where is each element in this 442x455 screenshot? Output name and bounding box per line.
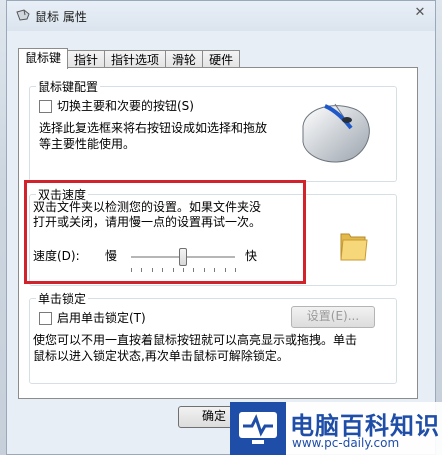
button-config-description-1: 选择此复选框来将右按钮设成如选择和拖放 xyxy=(39,121,268,135)
window-title: 鼠标 属性 xyxy=(35,10,87,24)
tab-hardware[interactable]: 硬件 xyxy=(202,50,241,68)
tab-pointer-options[interactable]: 指针选项 xyxy=(104,50,167,68)
watermark-url: www.pc-daily.com xyxy=(292,436,400,450)
click-lock-checkbox[interactable] xyxy=(39,312,52,325)
tab-pointers[interactable]: 指针 xyxy=(67,50,106,68)
button-config-description-2: 等主要性能使用。 xyxy=(39,137,136,151)
watermark-badge: 电脑百科知识 www.pc-daily.com xyxy=(230,402,442,455)
tab-strip: 鼠标键 指针 指针选项 滑轮 硬件 xyxy=(18,48,241,69)
click-lock-description-1: 使您可以不用一直按着鼠标按钮就可以高亮显示或拖拽。单击 xyxy=(33,333,358,347)
click-lock-description-2: 鼠标以进入锁定状态,再次单击鼠标可解除锁定。 xyxy=(33,349,289,363)
tab-wheel[interactable]: 滑轮 xyxy=(165,50,204,68)
mouse-icon xyxy=(16,9,30,21)
switch-buttons-label: 切换主要和次要的按钮(S) xyxy=(57,99,194,113)
switch-buttons-checkbox[interactable] xyxy=(39,100,52,113)
test-folder-icon[interactable] xyxy=(339,228,369,262)
red-highlight-box xyxy=(24,180,306,284)
click-lock-settings-button[interactable]: 设置(E)... xyxy=(291,306,375,328)
mouse-illustration-icon xyxy=(302,103,370,163)
tab-buttons[interactable]: 鼠标键 xyxy=(18,48,69,69)
click-lock-legend: 单击锁定 xyxy=(38,292,87,306)
watermark-monitor-icon xyxy=(230,402,286,455)
close-button[interactable]: ✕ xyxy=(411,5,429,21)
button-config-legend: 鼠标键配置 xyxy=(38,80,99,94)
title-bar: 鼠标 属性 ✕ xyxy=(7,1,435,31)
click-lock-label: 启用单击锁定(T) xyxy=(57,311,146,325)
